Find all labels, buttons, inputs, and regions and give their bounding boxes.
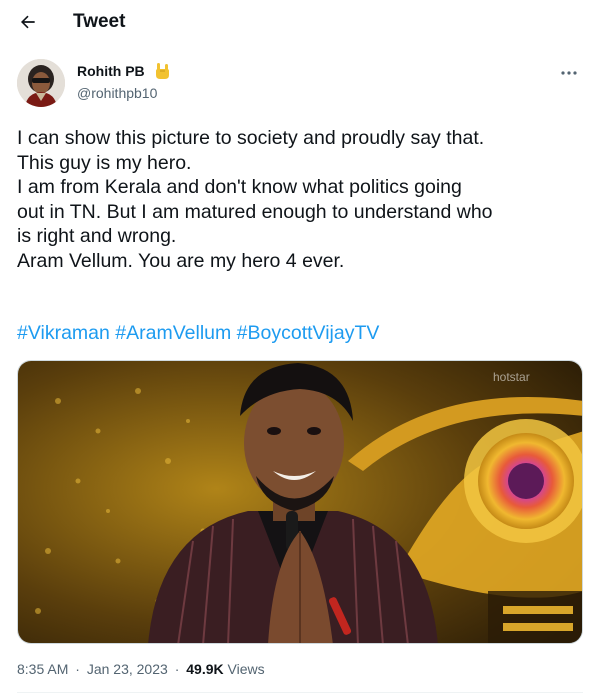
tweet-media-image[interactable]: hotstar — [17, 360, 583, 644]
tweet-date[interactable]: Jan 23, 2023 — [87, 661, 168, 677]
hashtag-link[interactable]: #AramVellum — [115, 322, 231, 344]
rock-hand-emoji-icon — [154, 62, 170, 80]
hashtags: #Vikraman #AramVellum #BoycottVijayTV — [17, 321, 379, 345]
separator-dot: · — [75, 661, 80, 677]
more-horizontal-icon — [561, 71, 577, 75]
photo: hotstar — [18, 361, 582, 643]
arrow-left-icon — [21, 15, 35, 29]
views-count: 49.9K — [186, 661, 224, 677]
back-button[interactable] — [12, 6, 44, 38]
tweet-time[interactable]: 8:35 AM — [17, 661, 68, 677]
tweet-text-line: is right and wrong. — [17, 225, 177, 248]
tweet-text-line: I can show this picture to society and p… — [17, 127, 485, 149]
watermark: hotstar — [493, 370, 530, 384]
author-handle[interactable]: @rohithpb10 — [77, 85, 157, 101]
views-label: Views — [227, 661, 265, 677]
avatar-image — [17, 59, 65, 107]
tweet-author: Rohith PB @rohithpb10 — [17, 59, 583, 111]
top-bar: Tweet — [0, 0, 598, 44]
separator-dot: · — [174, 661, 180, 677]
author-display-name[interactable]: Rohith PB — [77, 63, 145, 79]
page-title: Tweet — [73, 11, 126, 32]
hashtag-link[interactable]: #Vikraman — [17, 322, 110, 344]
tweet-text-line: out in TN. But I am matured enough to un… — [17, 200, 493, 223]
tweet-meta: 8:35 AM · Jan 23, 2023 · 49.9K Views — [17, 661, 265, 677]
tweet-text-line: I am from Kerala and don't know what pol… — [17, 176, 462, 199]
more-button[interactable] — [557, 63, 581, 83]
divider — [17, 692, 583, 693]
hashtag-link[interactable]: #BoycottVijayTV — [237, 322, 380, 344]
tweet-text: I can show this picture to society and p… — [17, 126, 587, 274]
tweet-text-line: Aram Vellum. You are my hero 4 ever. — [17, 249, 345, 272]
tweet-text-line: This guy is my hero. — [17, 151, 192, 174]
avatar[interactable] — [17, 59, 65, 107]
